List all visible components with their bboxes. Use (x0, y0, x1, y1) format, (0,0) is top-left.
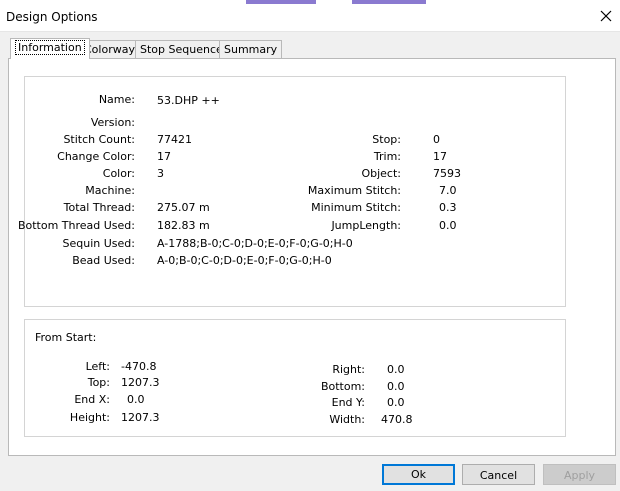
close-button[interactable] (598, 8, 614, 24)
height-value: 1207.3 (121, 411, 160, 424)
trim-label: Trim: (373, 150, 401, 163)
end-x-value: 0.0 (127, 393, 145, 406)
background-thumbnail (352, 0, 426, 4)
stitch-count-label: Stitch Count: (63, 133, 135, 146)
right-value: 0.0 (387, 363, 405, 376)
right-label: Right: (332, 363, 365, 376)
bottom-thread-used-label: Bottom Thread Used: (17, 219, 135, 232)
height-label: Height: (69, 411, 110, 424)
trim-value: 17 (433, 150, 447, 163)
bottom-label: Bottom: (320, 380, 365, 393)
tab-label: Information (15, 40, 85, 55)
ok-button[interactable]: Ok (382, 464, 455, 485)
total-thread-value: 275.07 m (157, 201, 210, 214)
stop-value: 0 (433, 133, 440, 146)
minimum-stitch-label: Minimum Stitch: (311, 201, 401, 214)
tab-stop-sequence[interactable]: Stop Sequence (135, 40, 228, 58)
left-value: -470.8 (121, 360, 157, 373)
window-title: Design Options (6, 10, 98, 24)
width-value: 470.8 (381, 413, 413, 426)
sequin-used-label: Sequin Used: (62, 237, 135, 250)
bead-used-label: Bead Used: (72, 254, 135, 267)
end-y-label: End Y: (331, 396, 365, 409)
change-color-value: 17 (157, 150, 171, 163)
tab-information[interactable]: Information (10, 38, 90, 59)
bead-used-value: A-0;B-0;C-0;D-0;E-0;F-0;G-0;H-0 (157, 254, 332, 267)
from-start-group: From Start: Left: -470.8 Top: 1207.3 End… (24, 319, 566, 437)
top-label: Top: (87, 376, 110, 389)
cancel-button[interactable]: Cancel (462, 464, 535, 485)
machine-label: Machine: (85, 184, 135, 197)
color-label: Color: (102, 167, 135, 180)
change-color-label: Change Color: (57, 150, 135, 163)
stitch-count-value: 77421 (157, 133, 192, 146)
name-label: Name: (98, 93, 135, 106)
close-icon (600, 10, 612, 22)
jump-length-label: JumpLength: (331, 219, 401, 232)
left-label: Left: (85, 360, 110, 373)
from-start-heading: From Start: (35, 331, 97, 344)
apply-button[interactable]: Apply (543, 464, 616, 485)
width-label: Width: (329, 413, 365, 426)
bottom-value: 0.0 (387, 380, 405, 393)
total-thread-label: Total Thread: (63, 201, 135, 214)
jump-length-value: 0.0 (439, 219, 457, 232)
bottom-thread-used-value: 182.83 m (157, 219, 210, 232)
tab-panel: Name: 53.DHP ++ Version: Stitch Count: 7… (8, 58, 616, 456)
color-value: 3 (157, 167, 164, 180)
version-label: Version: (90, 116, 135, 129)
top-value: 1207.3 (121, 376, 160, 389)
background-thumbnail (246, 0, 316, 4)
object-value: 7593 (433, 167, 461, 180)
object-label: Object: (361, 167, 401, 180)
title-bar: Design Options (0, 5, 620, 32)
end-y-value: 0.0 (387, 396, 405, 409)
stop-label: Stop: (372, 133, 401, 146)
tab-summary[interactable]: Summary (219, 40, 283, 58)
end-x-label: End X: (74, 393, 110, 406)
name-value: 53.DHP ++ (157, 94, 220, 107)
maximum-stitch-label: Maximum Stitch: (307, 184, 401, 197)
information-group: Name: 53.DHP ++ Version: Stitch Count: 7… (18, 76, 566, 307)
minimum-stitch-value: 0.3 (439, 201, 457, 214)
maximum-stitch-value: 7.0 (439, 184, 457, 197)
sequin-used-value: A-1788;B-0;C-0;D-0;E-0;F-0;G-0;H-0 (157, 237, 353, 250)
